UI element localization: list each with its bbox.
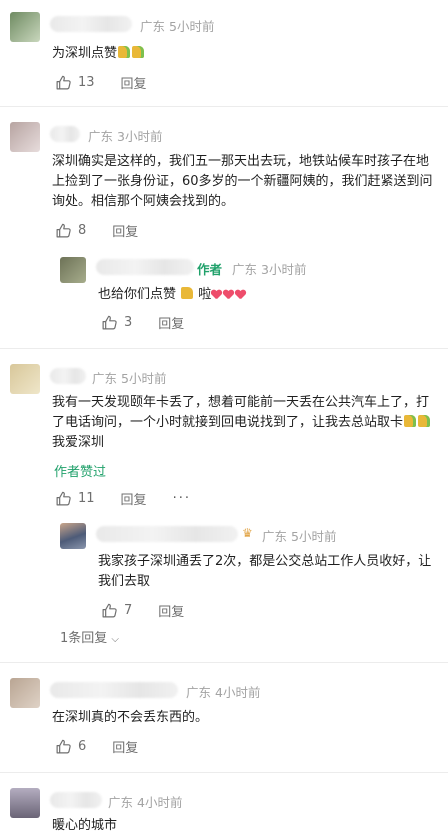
thumbs-up-icon (55, 490, 72, 507)
comment-meta: 广东 3小时前 (88, 126, 162, 145)
username-blurred[interactable] (96, 259, 194, 275)
timestamp: 4小时前 (137, 795, 183, 810)
comment-actions: 13 回复 (55, 72, 147, 92)
like-count: 3 (124, 314, 133, 330)
username-blurred[interactable] (50, 682, 178, 698)
divider (0, 662, 448, 663)
like-count: 11 (78, 490, 95, 506)
comment-text: 为深圳点赞 (52, 44, 432, 64)
thumbs-up-icon (55, 222, 72, 239)
thumbs-up-icon (101, 314, 118, 331)
thumbs-up-icon (101, 602, 118, 619)
comment-actions: 7 回复 (101, 600, 184, 620)
avatar[interactable] (10, 12, 40, 42)
thumbs-up-emoji-icon (181, 287, 194, 299)
comment-text: 在深圳真的不会丢东西的。 (52, 710, 209, 725)
reply-button[interactable]: 回复 (121, 73, 147, 92)
thumbs-up-emoji-icon (132, 46, 145, 58)
avatar[interactable] (60, 523, 86, 549)
reply-button[interactable]: 回复 (112, 221, 138, 240)
comment-meta: 广东 5小时前 (140, 16, 214, 35)
comment-actions: 8 回复 (55, 220, 138, 240)
like-count: 7 (124, 602, 133, 618)
reply-text: 也给你们点赞 啦 (98, 285, 428, 305)
like-count: 8 (78, 222, 87, 238)
region: 广东 (92, 371, 118, 386)
avatar[interactable] (10, 364, 40, 394)
like-button[interactable]: 6 (55, 738, 86, 755)
timestamp: 5小时前 (121, 371, 167, 386)
vip-crown-icon: ♛ (242, 526, 253, 540)
comment-meta: 广东 5小时前 (262, 526, 336, 545)
comment-text: 深圳确实是这样的，我们五一那天出去玩，地铁站候车时孩子在地上捡到了一张身份证，6… (52, 154, 433, 209)
thumbs-up-emoji-icon (418, 415, 431, 427)
divider (0, 348, 448, 349)
like-count: 13 (78, 74, 95, 90)
like-button[interactable]: 8 (55, 222, 86, 239)
like-button[interactable]: 11 (55, 490, 95, 507)
reply-button[interactable]: 回复 (121, 489, 147, 508)
reply-button[interactable]: 回复 (158, 313, 184, 332)
divider (0, 772, 448, 773)
comment-meta: 广东 4小时前 (186, 682, 260, 701)
username-blurred[interactable] (50, 368, 86, 384)
timestamp: 4小时前 (215, 685, 261, 700)
region: 广东 (232, 262, 258, 277)
avatar[interactable] (10, 788, 40, 818)
more-options-icon[interactable]: ··· (173, 491, 191, 506)
avatar[interactable] (10, 678, 40, 708)
username-blurred[interactable] (50, 16, 132, 32)
comment-meta: 广东 5小时前 (92, 368, 166, 387)
expand-replies-link[interactable]: 1条回复 ⌵ (60, 627, 119, 646)
thumbs-up-icon (55, 738, 72, 755)
reply-text: 我家孩子深圳通丢了2次，都是公交总站工作人员收好，让我们去取 (98, 554, 432, 589)
region: 广东 (140, 19, 166, 34)
like-button[interactable]: 7 (101, 602, 132, 619)
thumbs-up-icon (55, 74, 72, 91)
like-button[interactable]: 3 (101, 314, 132, 331)
comment-meta: 广东 3小时前 (232, 259, 306, 278)
comment-actions: 11 回复 ··· (55, 488, 191, 508)
comment-actions: 3 回复 (101, 312, 184, 332)
avatar[interactable] (60, 257, 86, 283)
timestamp: 5小时前 (291, 529, 337, 544)
author-tag: 作者 (197, 262, 223, 277)
thumbs-up-emoji-icon (118, 46, 131, 58)
like-count: 6 (78, 738, 87, 754)
timestamp: 5小时前 (169, 19, 215, 34)
region: 广东 (108, 795, 134, 810)
divider (0, 106, 448, 107)
username-blurred[interactable] (50, 126, 80, 142)
timestamp: 3小时前 (261, 262, 307, 277)
region: 广东 (262, 529, 288, 544)
comment-text: 我有一天发现颐年卡丢了，想着可能前一天丢在公共汽车上了，打了电话询问，一个小时就… (52, 395, 431, 450)
author-liked-badge: 作者赞过 (54, 465, 107, 480)
region: 广东 (186, 685, 212, 700)
comment-text: 暖心的城市 (52, 818, 118, 833)
username-blurred[interactable] (96, 526, 238, 542)
avatar[interactable] (10, 122, 40, 152)
comment-actions: 6 回复 (55, 736, 138, 756)
heart-emoji-icon (235, 290, 246, 300)
timestamp: 3小时前 (117, 129, 163, 144)
thumbs-up-emoji-icon (404, 415, 417, 427)
username-blurred[interactable] (50, 792, 102, 808)
region: 广东 (88, 129, 114, 144)
chevron-down-icon: ⌵ (111, 634, 120, 645)
reply-button[interactable]: 回复 (112, 737, 138, 756)
heart-emoji-icon (211, 290, 222, 300)
like-button[interactable]: 13 (55, 74, 95, 91)
comment-meta: 广东 4小时前 (108, 792, 182, 811)
heart-emoji-icon (223, 290, 234, 300)
reply-button[interactable]: 回复 (158, 601, 184, 620)
